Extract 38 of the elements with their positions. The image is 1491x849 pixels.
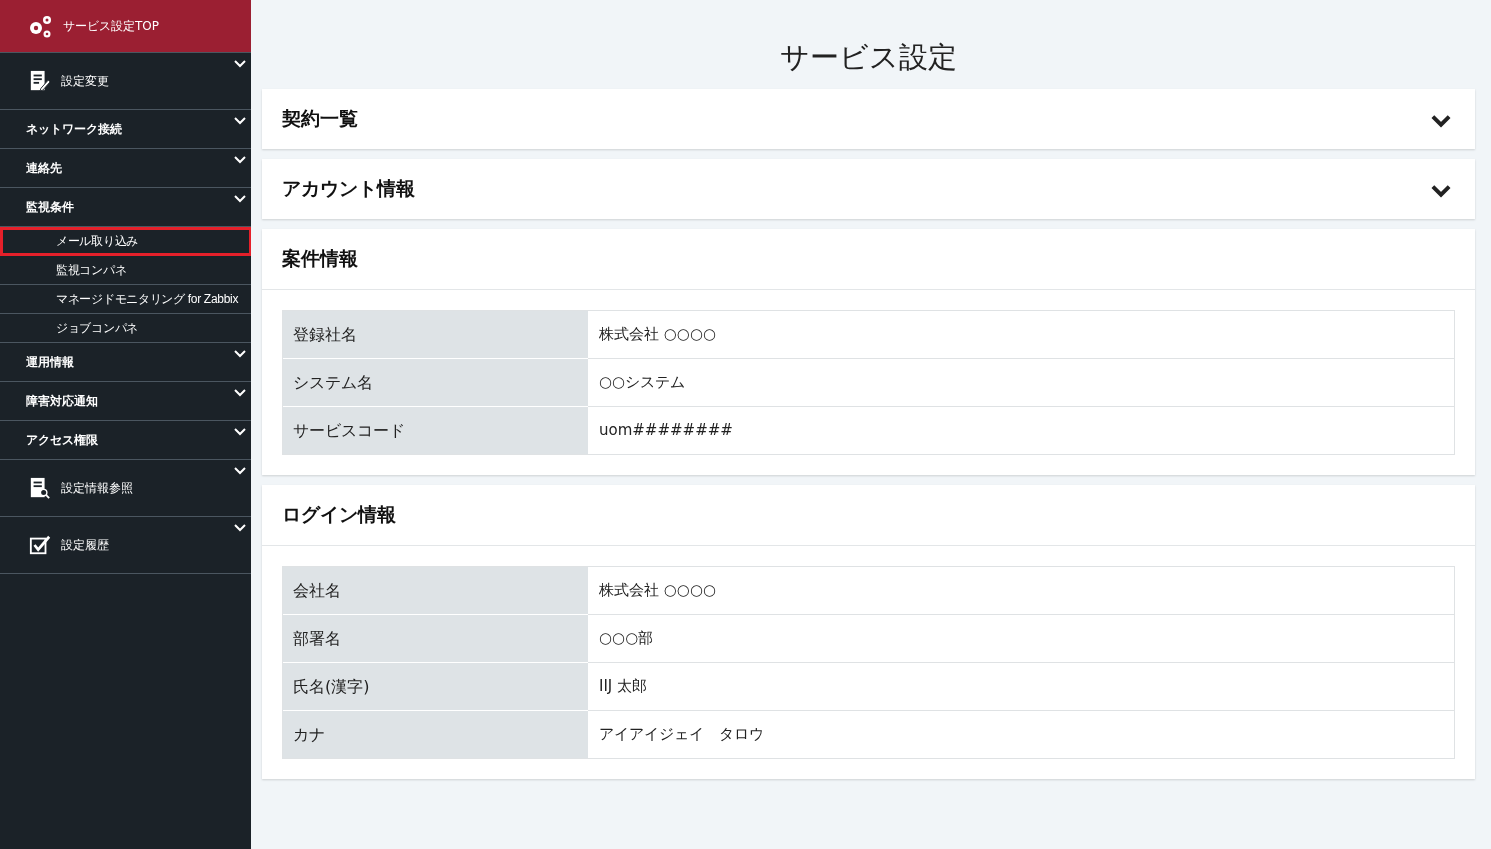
table-cell: カナ bbox=[283, 711, 588, 758]
page-title: サービス設定 bbox=[779, 39, 958, 76]
panel-header[interactable]: ログイン情報 bbox=[262, 485, 1475, 546]
table-cell: 会社名 bbox=[283, 567, 588, 615]
sidebar-item[interactable]: 設定変更 bbox=[0, 53, 251, 110]
table-cell: 株式会社 ○○○○ bbox=[588, 567, 1454, 615]
panel-header[interactable]: 案件情報 bbox=[262, 229, 1475, 290]
table-cell: 登録社名 bbox=[283, 311, 588, 359]
chevron-down-icon bbox=[234, 117, 246, 125]
table-cell: 株式会社 ○○○○ bbox=[588, 311, 1454, 359]
table-cell: 氏名(漢字) bbox=[283, 663, 588, 711]
chevron-down-icon bbox=[234, 350, 246, 358]
sidebar-item[interactable]: サービス設定TOP bbox=[0, 0, 251, 53]
document-magnifier-icon bbox=[29, 477, 51, 499]
gears-icon bbox=[27, 13, 53, 39]
table-cell: IIJ 太郎 bbox=[588, 663, 1454, 711]
checkbox-icon bbox=[29, 534, 51, 556]
chevron-down-icon bbox=[234, 467, 246, 475]
chevron-down-icon bbox=[1431, 184, 1451, 198]
table-cell-text: uom######## bbox=[598, 420, 734, 441]
chevron-down-icon bbox=[234, 195, 246, 203]
table-cell: ○○○部 bbox=[588, 615, 1454, 663]
sidebar-subitem[interactable]: メール取り込み bbox=[0, 227, 252, 256]
table-cell: システム名 bbox=[283, 359, 588, 407]
document-pencil-icon bbox=[29, 70, 51, 92]
table-cell: 部署名 bbox=[283, 615, 588, 663]
table-cell: サービスコード bbox=[283, 407, 588, 454]
panel-header[interactable]: 契約一覧 bbox=[262, 89, 1475, 149]
panel-header[interactable]: アカウント情報 bbox=[262, 159, 1475, 219]
table-cell-text: アイアイジェイ タロウ bbox=[598, 724, 765, 745]
table-cell: ○○システム bbox=[588, 359, 1454, 407]
chevron-down-icon bbox=[234, 156, 246, 164]
chevron-down-icon bbox=[234, 428, 246, 436]
chevron-down-icon bbox=[234, 60, 246, 68]
chevron-down-icon bbox=[234, 389, 246, 397]
chevron-down-icon bbox=[234, 524, 246, 532]
sidebar-item[interactable]: 設定情報参照 bbox=[0, 460, 251, 517]
chevron-down-icon bbox=[1431, 114, 1451, 128]
